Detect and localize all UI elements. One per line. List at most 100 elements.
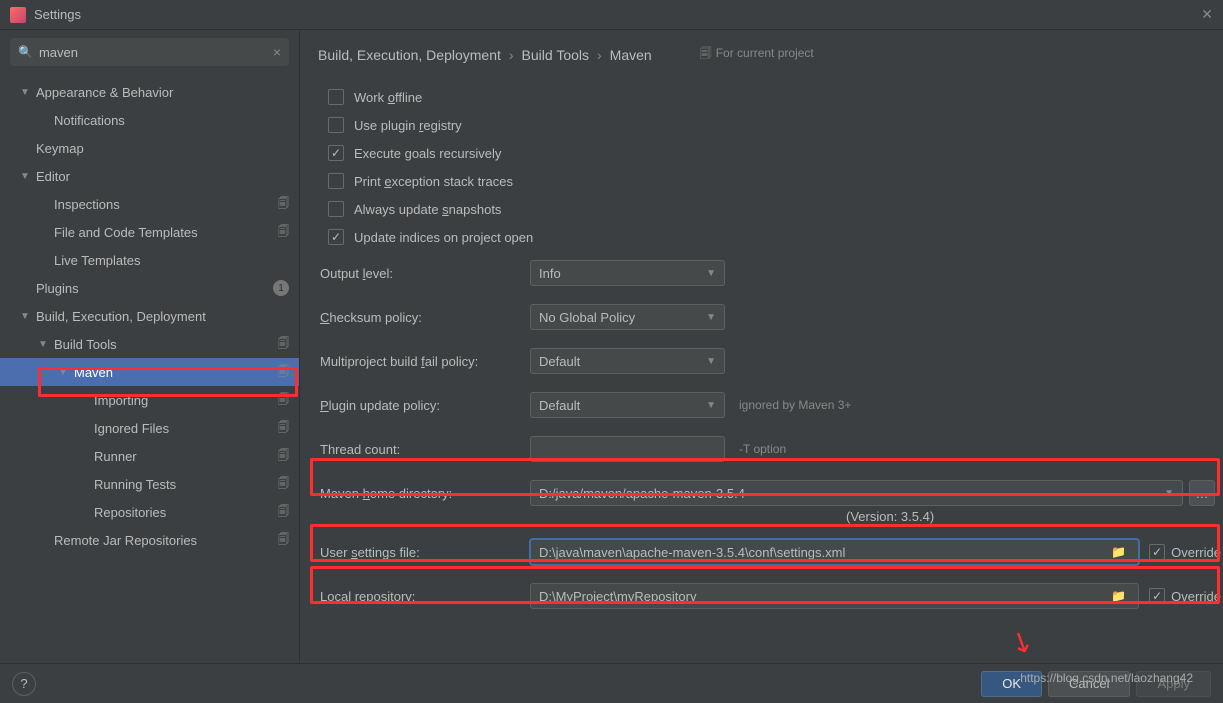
chevron-right-icon: › [597,47,602,63]
project-icon: 🗐 [700,46,712,60]
work-offline-checkbox[interactable] [328,89,344,105]
tree-item-importing[interactable]: Importing🗐 [0,386,299,414]
search-icon: 🔍 [18,45,33,59]
folder-icon[interactable]: 📁 [1107,545,1130,559]
modified-icon: 🗐 [278,195,289,214]
user-settings-input[interactable]: D:\java\maven\apache-maven-3.5.4\conf\se… [530,539,1139,565]
execute-goals-checkbox[interactable] [328,145,344,161]
content-pane: Build, Execution, Deployment › Build Too… [300,30,1223,663]
tree-item-label: Ignored Files [94,421,169,436]
sidebar: 🔍 × ▼Appearance & BehaviorNotificationsK… [0,30,300,663]
checksum-select[interactable]: No Global Policy▼ [530,304,725,330]
tree-item-label: Repositories [94,505,166,520]
output-level-select[interactable]: Info▼ [530,260,725,286]
tree-arrow-icon: ▼ [58,367,70,378]
always-update-label: Always update snapshots [354,202,501,217]
tree-item-live-templates[interactable]: Live Templates [0,246,299,274]
modified-icon: 🗐 [278,475,289,494]
bottom-bar: ? OK Cancel Apply [0,663,1223,703]
modified-icon: 🗐 [278,391,289,410]
tree-item-label: Plugins [36,281,79,296]
modified-icon: 🗐 [278,447,289,466]
chevron-right-icon: › [509,47,514,63]
chevron-down-icon: ▼ [706,312,716,323]
thread-count-input[interactable] [530,436,725,462]
modified-icon: 🗐 [278,335,289,354]
override-label: Override [1171,589,1221,604]
tree-item-build-execution-deployment[interactable]: ▼Build, Execution, Deployment [0,302,299,330]
tree-item-repositories[interactable]: Repositories 🗐 [0,498,299,526]
window-title: Settings [34,7,81,22]
tree-item-label: Notifications [54,113,125,128]
execute-goals-label: Execute goals recursively [354,146,501,161]
local-repo-override-checkbox[interactable] [1149,588,1165,604]
update-indices-checkbox[interactable] [328,229,344,245]
tree-item-label: Runner [94,449,137,464]
search-box[interactable]: 🔍 × [10,38,289,66]
modified-icon: 🗐 [278,419,289,438]
modified-icon: 🗐 [278,531,289,550]
tree-item-inspections[interactable]: Inspections 🗐 [0,190,299,218]
always-update-checkbox[interactable] [328,201,344,217]
multiproject-label: Multiproject build fail policy: [320,354,530,369]
tree-item-label: Build, Execution, Deployment [36,309,206,324]
folder-icon[interactable]: 📁 [1107,589,1130,603]
breadcrumb-part[interactable]: Build, Execution, Deployment [318,47,501,63]
tree-arrow-icon: ▼ [20,171,32,182]
tree-item-label: Build Tools [54,337,117,352]
help-button[interactable]: ? [12,672,36,696]
tree-item-label: Maven [74,365,113,380]
tree-item-keymap[interactable]: Keymap [0,134,299,162]
browse-button[interactable]: … [1189,480,1215,506]
plugin-update-label: Plugin update policy: [320,398,530,413]
tree-item-label: Keymap [36,141,84,156]
tree-item-label: Remote Jar Repositories [54,533,197,548]
user-settings-label: User settings file: [320,545,530,560]
override-label: Override [1171,545,1221,560]
cancel-button[interactable]: Cancel [1048,671,1130,697]
thread-count-hint: -T option [739,442,786,456]
output-level-label: Output level: [320,266,530,281]
settings-tree: ▼Appearance & BehaviorNotificationsKeyma… [0,74,299,663]
local-repo-input[interactable]: D:\MyProject\myRepository📁 [530,583,1139,609]
plugin-registry-label: Use plugin registry [354,118,462,133]
tree-item-file-and-code-templates[interactable]: File and Code Templates🗐 [0,218,299,246]
search-input[interactable] [39,45,273,60]
count-badge: 1 [273,280,289,296]
checksum-label: Checksum policy: [320,310,530,325]
breadcrumb-part: Maven [610,47,652,63]
work-offline-label: Work offline [354,90,422,105]
tree-item-remote-jar-repositories[interactable]: Remote Jar Repositories 🗐 [0,526,299,554]
tree-item-running-tests[interactable]: Running Tests 🗐 [0,470,299,498]
apply-button[interactable]: Apply [1136,671,1211,697]
user-settings-override-checkbox[interactable] [1149,544,1165,560]
tree-item-notifications[interactable]: Notifications [0,106,299,134]
update-indices-label: Update indices on project open [354,230,533,245]
chevron-down-icon: ▼ [706,268,716,279]
plugin-registry-checkbox[interactable] [328,117,344,133]
clear-icon[interactable]: × [273,44,281,60]
tree-item-label: Running Tests [94,477,176,492]
maven-home-select[interactable]: D:/java/maven/apache-maven-3.5.4▼ [530,480,1183,506]
local-repo-label: Local repository: [320,589,530,604]
tree-item-label: Editor [36,169,70,184]
plugin-update-select[interactable]: Default▼ [530,392,725,418]
tree-item-maven[interactable]: ▼Maven🗐 [0,358,299,386]
multiproject-select[interactable]: Default▼ [530,348,725,374]
print-exception-checkbox[interactable] [328,173,344,189]
close-icon[interactable]: ✕ [1201,6,1213,23]
modified-icon: 🗐 [278,503,289,522]
ok-button[interactable]: OK [981,671,1042,697]
maven-home-label: Maven home directory: [320,486,530,501]
tree-item-runner[interactable]: Runner 🗐 [0,442,299,470]
tree-item-editor[interactable]: ▼ Editor [0,162,299,190]
thread-count-label: Thread count: [320,442,530,457]
tree-item-appearance-behavior[interactable]: ▼Appearance & Behavior [0,78,299,106]
breadcrumb-part[interactable]: Build Tools [522,47,589,63]
tree-item-ignored-files[interactable]: Ignored Files 🗐 [0,414,299,442]
tree-item-build-tools[interactable]: ▼Build Tools🗐 [0,330,299,358]
tree-item-plugins[interactable]: Plugins 1 [0,274,299,302]
tree-item-label: Inspections [54,197,120,212]
tree-item-label: Appearance & Behavior [36,85,173,100]
print-exception-label: Print exception stack traces [354,174,513,189]
